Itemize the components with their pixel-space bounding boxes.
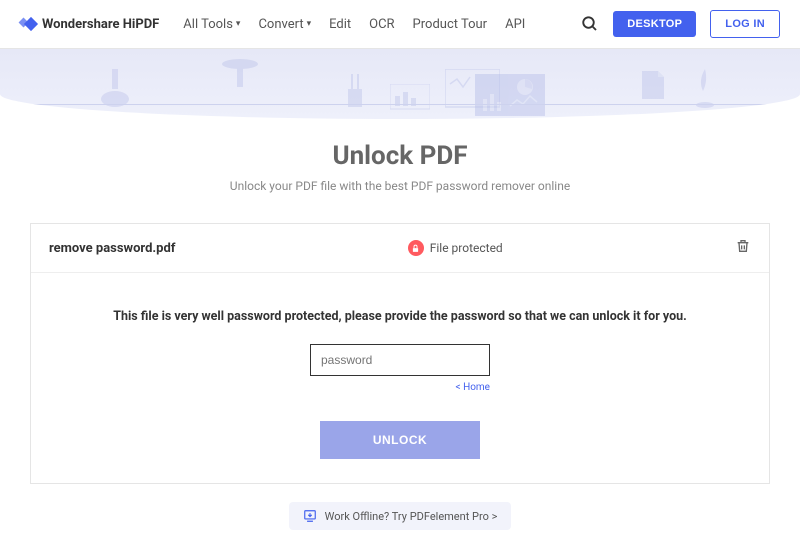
- search-icon[interactable]: [581, 15, 599, 33]
- offline-promo[interactable]: Work Offline? Try PDFelement Pro >: [289, 502, 512, 530]
- file-panel: remove password.pdf File protected This …: [30, 223, 770, 484]
- login-button[interactable]: LOG IN: [710, 10, 780, 38]
- brand-name: Wondershare HiPDF: [42, 17, 159, 32]
- hero: Unlock PDF Unlock your PDF file with the…: [0, 119, 800, 205]
- header: Wondershare HiPDF All Tools▾ Convert▾ Ed…: [0, 0, 800, 49]
- chevron-down-icon: ▾: [236, 19, 241, 29]
- file-status-label: File protected: [430, 241, 503, 255]
- nav: All Tools▾ Convert▾ Edit OCR Product Tou…: [183, 17, 525, 32]
- unlock-button[interactable]: UNLOCK: [320, 421, 480, 459]
- nav-product-tour[interactable]: Product Tour: [413, 17, 488, 32]
- home-link[interactable]: < Home: [310, 382, 490, 393]
- nav-all-tools[interactable]: All Tools▾: [183, 17, 240, 32]
- filename: remove password.pdf: [49, 241, 175, 256]
- content: This file is very well password protecte…: [31, 273, 769, 483]
- file-row: remove password.pdf File protected: [31, 224, 769, 273]
- delete-button[interactable]: [735, 238, 751, 258]
- nav-edit[interactable]: Edit: [329, 17, 351, 32]
- logo[interactable]: Wondershare HiPDF: [20, 17, 159, 32]
- chevron-down-icon: ▾: [307, 19, 312, 29]
- lock-icon: [408, 240, 424, 256]
- desktop-button[interactable]: DESKTOP: [613, 11, 696, 37]
- page-title: Unlock PDF: [20, 141, 780, 171]
- password-input[interactable]: [310, 344, 490, 376]
- banner: [0, 49, 800, 119]
- logo-icon: [20, 19, 36, 29]
- offline-promo-label: Work Offline? Try PDFelement Pro >: [325, 510, 498, 523]
- nav-ocr[interactable]: OCR: [369, 17, 394, 32]
- page-subtitle: Unlock your PDF file with the best PDF p…: [20, 179, 780, 193]
- nav-api[interactable]: API: [505, 17, 525, 32]
- password-message: This file is very well password protecte…: [51, 309, 749, 324]
- download-icon: [303, 509, 317, 523]
- nav-convert[interactable]: Convert▾: [258, 17, 311, 32]
- file-status: File protected: [408, 240, 503, 256]
